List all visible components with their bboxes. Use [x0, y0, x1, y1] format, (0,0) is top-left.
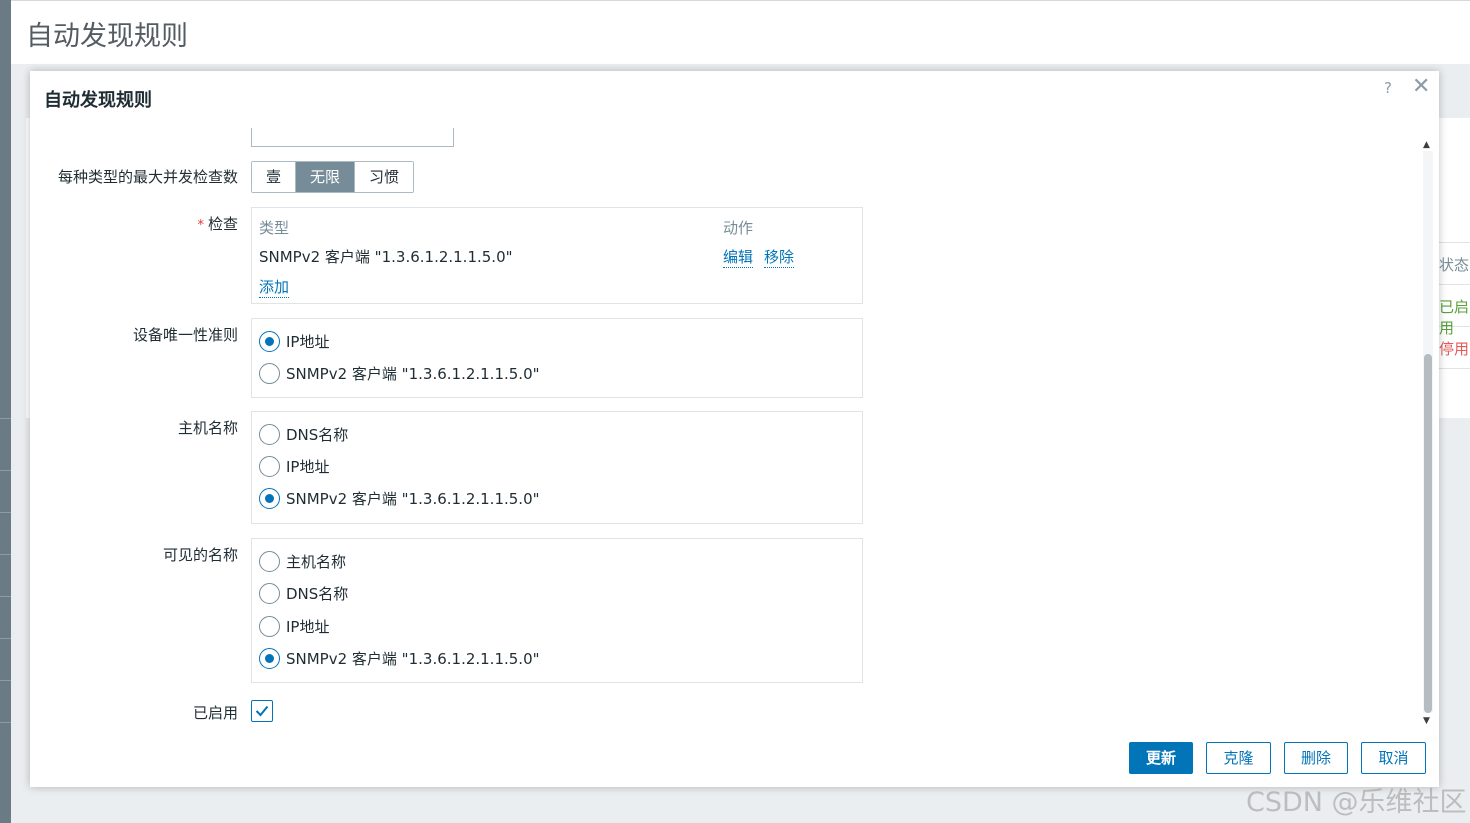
radio-selected-icon[interactable]	[259, 330, 280, 352]
visible-name-option-snmp[interactable]: SNMPv2 客户端 "1.3.6.1.2.1.1.5.0"	[259, 646, 540, 670]
uniqueness-label: 设备唯一性准则	[132, 326, 238, 344]
check-add-link[interactable]: 添加	[259, 276, 290, 298]
delete-button[interactable]: 删除	[1284, 742, 1348, 774]
radio-label: 主机名称	[286, 552, 347, 571]
visible-name-option-dns[interactable]: DNS名称	[259, 581, 348, 605]
max-concurrent-segmented: 壹 无限 习惯	[251, 161, 415, 193]
left-sidebar-strip	[0, 0, 11, 823]
radio-label: SNMPv2 客户端 "1.3.6.1.2.1.1.5.0"	[286, 364, 540, 383]
radio-label: SNMPv2 客户端 "1.3.6.1.2.1.1.5.0"	[286, 649, 540, 668]
radio-selected-icon[interactable]	[259, 487, 280, 509]
background-divider	[1439, 368, 1470, 369]
checks-label: * 检查	[197, 213, 238, 234]
background-status-disabled[interactable]: 停用	[1439, 338, 1469, 359]
radio-label: IP地址	[286, 617, 330, 636]
radio-label: SNMPv2 客户端 "1.3.6.1.2.1.1.5.0"	[286, 489, 540, 508]
discovery-rule-dialog: 自动发现规则 ? ✕ ▲ ▼ 每种类型的最大并发检查数 壹 无限 习惯 * 检查 …	[30, 71, 1439, 787]
radio-unselected-icon[interactable]	[259, 615, 280, 637]
enabled-checkbox[interactable]	[251, 700, 273, 722]
close-icon[interactable]: ✕	[1412, 74, 1430, 99]
host-name-option-snmp[interactable]: SNMPv2 客户端 "1.3.6.1.2.1.1.5.0"	[259, 486, 540, 510]
radio-label: IP地址	[286, 332, 330, 351]
visible-name-option-ip[interactable]: IP地址	[259, 614, 329, 638]
cancel-button[interactable]: 取消	[1361, 742, 1426, 774]
radio-unselected-icon[interactable]	[259, 582, 280, 604]
radio-unselected-icon[interactable]	[259, 455, 280, 477]
enabled-label: 已启用	[192, 704, 238, 722]
host-name-label: 主机名称	[177, 419, 238, 437]
page-header: 自动发现规则	[11, 0, 1470, 64]
radio-label: DNS名称	[286, 425, 349, 444]
background-divider	[1439, 284, 1470, 285]
watermark: CSDN @乐维社区	[1246, 787, 1467, 818]
max-concurrent-label: 每种类型的最大并发检查数	[57, 168, 238, 186]
host-name-radio-group: DNS名称 IP地址 SNMPv2 客户端 "1.3.6.1.2.1.1.5.0…	[251, 411, 863, 524]
required-mark: *	[197, 218, 204, 233]
radio-unselected-icon[interactable]	[259, 362, 280, 384]
radio-unselected-icon[interactable]	[259, 423, 280, 445]
uniqueness-option-snmp[interactable]: SNMPv2 客户端 "1.3.6.1.2.1.1.5.0"	[259, 361, 540, 385]
max-concurrent-option-custom[interactable]: 习惯	[355, 162, 414, 192]
max-concurrent-option-one[interactable]: 壹	[252, 162, 297, 192]
dialog-title: 自动发现规则	[44, 90, 152, 111]
background-divider	[1439, 242, 1470, 243]
update-button[interactable]: 更新	[1129, 742, 1193, 774]
visible-name-radio-group: 主机名称 DNS名称 IP地址 SNMPv2 客户端 "1.3.6.1.2.1.…	[251, 538, 863, 683]
clone-button[interactable]: 克隆	[1206, 742, 1271, 774]
background-status-header: 状态	[1439, 256, 1470, 274]
radio-label: IP地址	[286, 457, 330, 476]
visible-name-option-host[interactable]: 主机名称	[259, 549, 346, 573]
checkmark-icon	[255, 705, 269, 717]
host-name-option-dns[interactable]: DNS名称	[259, 422, 348, 446]
scrollbar-thumb[interactable]	[1424, 354, 1432, 713]
check-remove-link[interactable]: 移除	[764, 246, 795, 268]
checks-table: 类型 动作 SNMPv2 客户端 "1.3.6.1.2.1.1.5.0" 编辑 …	[251, 207, 863, 304]
uniqueness-radio-group: IP地址 SNMPv2 客户端 "1.3.6.1.2.1.1.5.0"	[251, 318, 863, 398]
host-name-option-ip[interactable]: IP地址	[259, 454, 329, 478]
background-status-enabled[interactable]: 已启用	[1439, 296, 1470, 338]
uniqueness-option-ip[interactable]: IP地址	[259, 329, 329, 353]
checks-label-text: 检查	[207, 215, 238, 233]
checks-col-action: 动作	[723, 219, 754, 237]
max-concurrent-option-unlimited[interactable]: 无限	[296, 162, 356, 192]
checks-col-type: 类型	[259, 219, 290, 237]
check-row-type: SNMPv2 客户端 "1.3.6.1.2.1.1.5.0"	[259, 248, 513, 266]
visible-name-label: 可见的名称	[162, 546, 238, 564]
radio-label: DNS名称	[286, 584, 349, 603]
page-title: 自动发现规则	[26, 21, 188, 52]
radio-selected-icon[interactable]	[259, 647, 280, 669]
previous-field-input[interactable]	[251, 128, 454, 147]
scroll-up-arrow-icon[interactable]: ▲	[1423, 140, 1430, 150]
radio-unselected-icon[interactable]	[259, 550, 280, 572]
help-icon[interactable]: ?	[1384, 79, 1392, 97]
check-edit-link[interactable]: 编辑	[723, 246, 754, 268]
scroll-down-arrow-icon[interactable]: ▼	[1423, 716, 1430, 726]
